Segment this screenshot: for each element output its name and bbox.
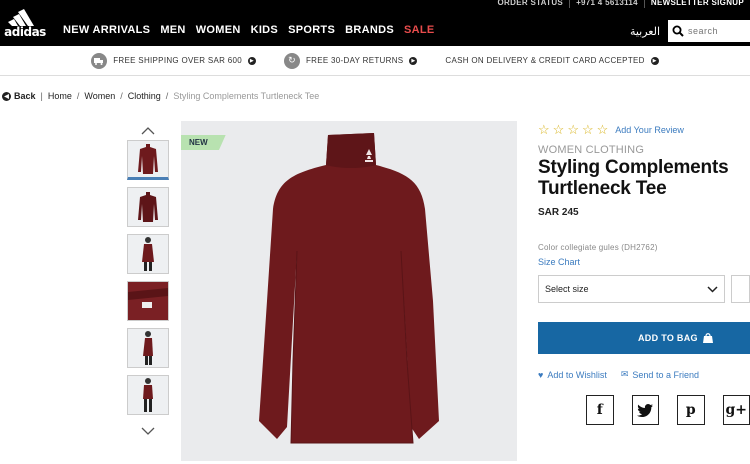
language-switch[interactable]: العربية [630, 25, 660, 38]
product-category: WOMEN CLOTHING [538, 144, 645, 156]
thumbnail-detail[interactable] [127, 281, 169, 321]
thumbnail-gallery [127, 122, 169, 440]
three-stripes-icon [8, 9, 34, 26]
thumbnail-front[interactable] [127, 140, 169, 180]
add-to-wishlist-link[interactable]: ♥ Add to Wishlist [538, 369, 607, 380]
heart-icon: ♥ [538, 369, 544, 380]
breadcrumb-current: Styling Complements Turtleneck Tee [173, 91, 320, 101]
breadcrumb-women[interactable]: Women [84, 91, 115, 101]
top-header: ORDER STATUS +971 4 5613114 NEWSLETTER S… [0, 0, 750, 46]
facebook-icon[interactable]: f [586, 395, 614, 425]
return-icon: ↻ [283, 52, 300, 69]
promo-cod-text: CASH ON DELIVERY & CREDIT CARD ACCEPTED [445, 56, 645, 65]
add-review-link[interactable]: Add Your Review [615, 125, 684, 135]
back-link[interactable]: ◀ Back [2, 91, 36, 101]
star-icon[interactable]: ☆ [567, 122, 579, 138]
promo-returns-text: FREE 30-DAY RETURNS [305, 56, 404, 65]
thumbnail-back[interactable] [127, 187, 169, 227]
promo-cod[interactable]: CASH ON DELIVERY & CREDIT CARD ACCEPTED … [445, 56, 659, 65]
nav-kids[interactable]: KIDS [251, 24, 278, 36]
chevron-right-icon: ▶ [650, 56, 659, 65]
size-chart-link[interactable]: Size Chart [538, 257, 750, 267]
star-icon[interactable]: ☆ [553, 122, 565, 138]
product-color: Color collegiate gules (DH2762) [538, 243, 658, 252]
breadcrumb-separator: / [165, 91, 169, 101]
breadcrumb: ◀ Back | Home / Women / Clothing / Styli… [2, 91, 319, 101]
product-title-line-2: Turtleneck Tee [538, 178, 667, 199]
send-friend-label: Send to a Friend [632, 369, 699, 380]
logo-wordmark: adidas [4, 25, 46, 39]
truck-icon [91, 52, 108, 69]
star-icon[interactable]: ☆ [582, 122, 594, 138]
breadcrumb-clothing[interactable]: Clothing [128, 91, 161, 101]
nav-new-arrivals[interactable]: NEW ARRIVALS [63, 24, 150, 36]
product-title: Styling Complements Turtleneck Tee [538, 157, 750, 199]
add-to-bag-button[interactable]: ADD TO BAG [538, 322, 750, 354]
product-price: SAR 245 [538, 207, 579, 218]
product-image[interactable]: NEW [181, 121, 517, 461]
social-share: f p g+ [586, 395, 750, 425]
quantity-select[interactable] [731, 275, 750, 303]
promo-strip: FREE SHIPPING OVER SAR 600 ▶ ↻ FREE 30-D… [0, 46, 750, 76]
nav-sale[interactable]: SALE [404, 24, 435, 36]
back-label: Back [14, 91, 36, 101]
rating-stars: ☆ ☆ ☆ ☆ ☆ Add Your Review [538, 122, 750, 138]
nav-sports[interactable]: SPORTS [288, 24, 335, 36]
pinterest-icon[interactable]: p [677, 395, 705, 425]
product-title-line-1: Styling Complements [538, 157, 729, 178]
main-nav: NEW ARRIVALS MEN WOMEN KIDS SPORTS BRAND… [63, 24, 445, 36]
chevron-up-icon[interactable] [127, 122, 169, 140]
search-box [668, 20, 750, 42]
breadcrumb-separator: | [40, 91, 43, 101]
thumbnail-model-front[interactable] [127, 234, 169, 274]
size-select[interactable]: Select size [538, 275, 726, 303]
order-status-link[interactable]: ORDER STATUS [492, 0, 571, 8]
thumbnail-model-side[interactable] [127, 328, 169, 368]
size-row: Select size [538, 275, 750, 303]
wishlist-label: Add to Wishlist [547, 369, 607, 380]
nav-men[interactable]: MEN [160, 24, 185, 36]
add-to-bag-label: ADD TO BAG [638, 333, 698, 343]
envelope-icon: ✉ [620, 369, 629, 379]
send-to-friend-link[interactable]: ✉ Send to a Friend [621, 369, 699, 380]
breadcrumb-home[interactable]: Home [48, 91, 72, 101]
breadcrumb-separator: / [120, 91, 123, 101]
nav-women[interactable]: WOMEN [196, 24, 241, 36]
bag-icon [702, 333, 713, 343]
chevron-right-icon: ▶ [247, 56, 256, 65]
adidas-logo[interactable]: adidas [2, 6, 46, 39]
breadcrumb-separator: / [76, 91, 80, 101]
star-icon[interactable]: ☆ [597, 122, 609, 138]
search-icon[interactable] [668, 25, 688, 37]
phone-number: +971 4 5613114 [570, 0, 645, 8]
promo-shipping[interactable]: FREE SHIPPING OVER SAR 600 ▶ [91, 52, 256, 69]
product-details: ☆ ☆ ☆ ☆ ☆ Add Your Review WOMEN CLOTHING… [538, 122, 750, 425]
google-plus-icon[interactable]: g+ [722, 395, 750, 425]
promo-shipping-text: FREE SHIPPING OVER SAR 600 [113, 56, 242, 65]
wishlist-row: ♥ Add to Wishlist ✉ Send to a Friend [538, 369, 750, 380]
thumbnail-model-full[interactable] [127, 375, 169, 415]
promo-returns[interactable]: ↻ FREE 30-DAY RETURNS ▶ [283, 52, 418, 69]
utility-bar: ORDER STATUS +971 4 5613114 NEWSLETTER S… [492, 0, 750, 9]
chevron-right-icon: ▶ [409, 56, 418, 65]
turtleneck-illustration [259, 133, 439, 444]
newsletter-signup-link[interactable]: NEWSLETTER SIGNUP [645, 0, 750, 8]
chevron-down-icon[interactable] [127, 422, 169, 440]
chevron-left-icon: ◀ [2, 91, 11, 101]
chevron-down-icon [707, 285, 718, 293]
search-input[interactable] [688, 26, 746, 36]
nav-brands[interactable]: BRANDS [345, 24, 394, 36]
twitter-icon[interactable] [631, 395, 659, 425]
star-icon[interactable]: ☆ [538, 122, 550, 138]
size-select-label: Select size [545, 284, 589, 294]
